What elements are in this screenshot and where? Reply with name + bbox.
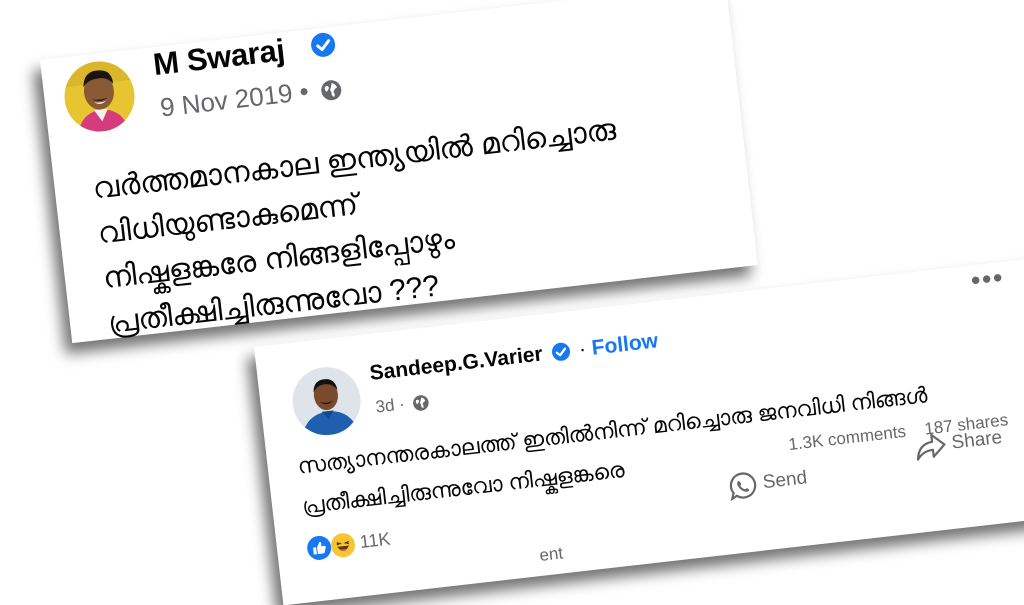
share-icon (916, 433, 946, 461)
name-separator: · (577, 337, 588, 362)
post-meta: 3d · (375, 392, 431, 418)
avatar-sandeep[interactable] (288, 363, 365, 439)
avatar-swaraj[interactable] (60, 57, 139, 136)
verified-icon (311, 32, 336, 57)
post-time[interactable]: 3d (375, 396, 396, 417)
author-name[interactable]: M Swaraj (151, 32, 286, 83)
reactions-summary[interactable]: 11K (306, 528, 392, 561)
more-icon[interactable]: ••• (969, 262, 1006, 297)
meta-separator: · (398, 394, 406, 414)
post-meta: 9 Nov 2019 • (158, 72, 343, 123)
verified-icon (551, 342, 570, 361)
post-date[interactable]: 9 Nov 2019 (158, 78, 294, 123)
author-row: Sandeep.G.Varier · Follow (368, 329, 659, 386)
share-label: Share (950, 426, 1004, 454)
send-label: Send (761, 467, 809, 494)
comment-label-partial[interactable]: ent (538, 543, 564, 566)
follow-button[interactable]: Follow (590, 329, 659, 359)
messenger-icon (729, 472, 757, 502)
reactions-count: 11K (358, 528, 392, 552)
globe-icon (320, 80, 341, 101)
globe-icon (413, 395, 429, 411)
post-card-swaraj: M Swaraj 9 Nov 2019 • വർത്തമാനകാല ഇന്ത്യ… (40, 0, 758, 344)
haha-icon (330, 532, 357, 559)
meta-separator: • (297, 75, 311, 107)
author-name[interactable]: Sandeep.G.Varier (368, 342, 543, 385)
like-icon (306, 535, 333, 562)
